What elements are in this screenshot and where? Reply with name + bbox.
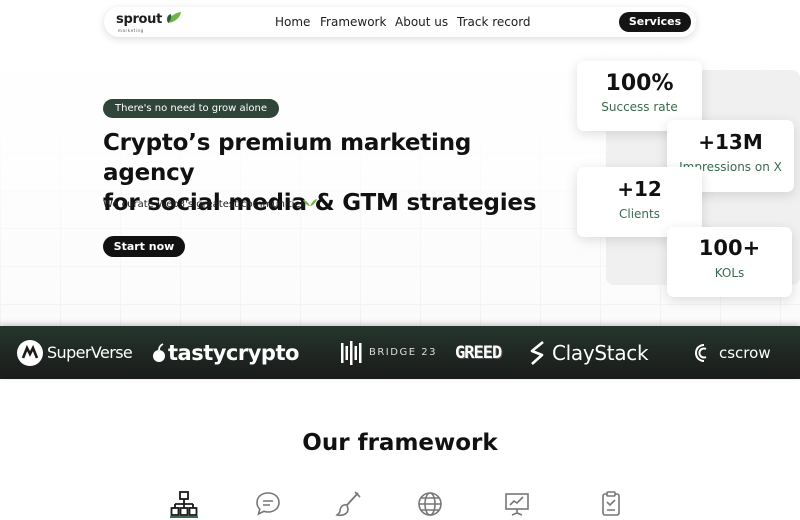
start-now-button[interactable]: Start now <box>103 236 185 257</box>
partner-bridge23: BRIDGE 23 <box>340 326 437 379</box>
framework-title: Our framework <box>302 430 498 456</box>
stat-label: KOLs <box>714 266 745 280</box>
bridge23-logo-icon <box>341 340 362 365</box>
presentation-chart-icon[interactable] <box>503 490 531 518</box>
partner-name: BRIDGE 23 <box>369 347 437 358</box>
partner-tastycrypto: tastycrypto <box>152 326 299 379</box>
globe-icon[interactable] <box>416 490 444 518</box>
logo-tagline: marketing <box>118 28 144 33</box>
partner-claystack: ClayStack <box>528 326 649 379</box>
hero-badge: There's no need to grow alone <box>103 99 280 118</box>
logo-wordmark: sprout <box>116 12 163 27</box>
partner-name: ClayStack <box>552 340 649 365</box>
headline-line-1: Crypto’s premium marketing agency <box>103 130 472 186</box>
stat-value: +12 <box>617 177 662 201</box>
brush-icon[interactable] <box>334 490 362 518</box>
nav-track-record-link[interactable]: Track record <box>457 15 531 29</box>
partner-name: GREED <box>455 342 502 363</box>
cscrow-logo-icon <box>695 343 707 362</box>
partner-cscrow: cscrow <box>692 326 771 379</box>
stat-value: +13M <box>698 130 763 154</box>
stat-value: 100+ <box>698 236 761 260</box>
nav-framework-link[interactable]: Framework <box>320 15 386 29</box>
leaf-icon <box>303 199 317 206</box>
stat-value: 100% <box>605 71 674 96</box>
services-button[interactable]: Services <box>619 12 691 32</box>
partner-name: tastycrypto <box>168 340 299 365</box>
leaf-icon <box>167 12 181 23</box>
clipboard-icon[interactable] <box>597 490 625 518</box>
partner-superverse: SuperVerse <box>16 326 133 379</box>
stat-label: Success rate <box>601 100 678 114</box>
claystack-logo-icon <box>530 340 544 365</box>
hero-subtext: We curate Web3's greatest communities <box>103 199 306 210</box>
hierarchy-icon[interactable] <box>170 490 198 518</box>
partner-logo-strip: SuperVerse tastycrypto BRIDGE 23 GREED C… <box>0 326 800 379</box>
partner-greed: GREED <box>455 326 502 379</box>
tastycrypto-logo-icon <box>153 342 165 362</box>
stat-label: Clients <box>619 207 660 221</box>
chat-icon[interactable] <box>254 490 282 518</box>
nav-home-link[interactable]: Home <box>275 15 310 29</box>
nav-about-link[interactable]: About us <box>395 15 448 29</box>
partner-name: cscrow <box>719 343 771 362</box>
stat-card-kols: 100+ KOLs <box>667 227 792 297</box>
navbar: sprout marketing Home Framework About us… <box>104 7 696 37</box>
partner-name: SuperVerse <box>47 343 133 362</box>
superverse-logo-icon <box>17 339 43 366</box>
